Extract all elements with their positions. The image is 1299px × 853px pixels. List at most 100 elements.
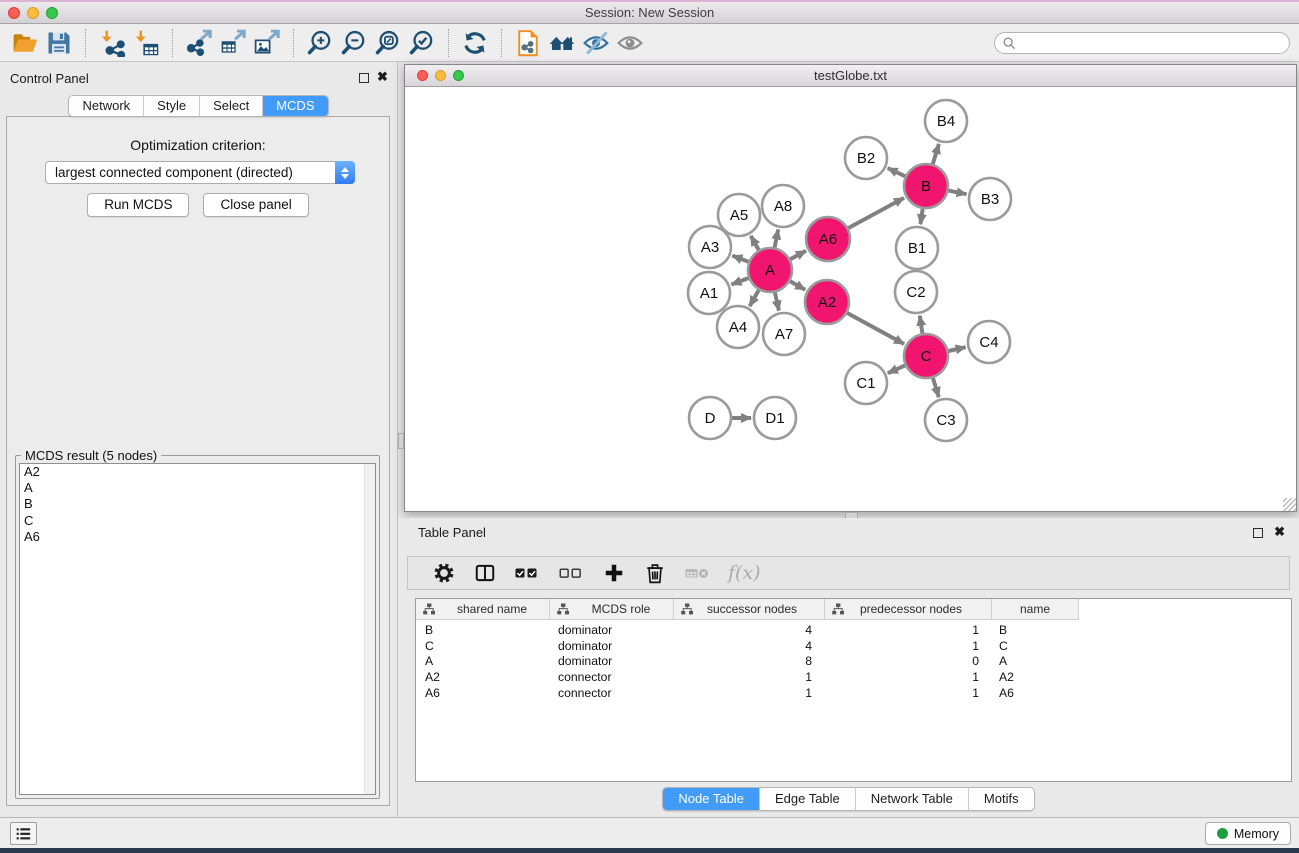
run-mcds-button[interactable]: Run MCDS bbox=[87, 193, 189, 217]
close-panel-icon[interactable]: ✖ bbox=[377, 69, 388, 85]
graph-node-C3[interactable]: C3 bbox=[925, 399, 967, 441]
table-row[interactable]: A2connector11A2 bbox=[416, 669, 1291, 685]
save-session-icon[interactable] bbox=[42, 27, 76, 59]
import-table-icon[interactable] bbox=[129, 27, 163, 59]
mcds-result-list[interactable]: A2ABCA6 bbox=[19, 463, 376, 795]
zoom-fit-icon[interactable] bbox=[371, 27, 405, 59]
hide-selected-icon[interactable] bbox=[579, 27, 613, 59]
network-graph[interactable]: B4B2BB3A5A8A6B1A3AA1C2A2A4A7C4CC1C3DD1 bbox=[405, 87, 1296, 511]
zoom-selected-icon[interactable] bbox=[405, 27, 439, 59]
add-column-icon[interactable] bbox=[602, 558, 626, 588]
graph-edge-B-B4[interactable] bbox=[933, 144, 939, 164]
graph-node-A8[interactable]: A8 bbox=[762, 185, 804, 227]
search-box[interactable] bbox=[994, 32, 1290, 54]
table-tab-network-table[interactable]: Network Table bbox=[855, 788, 968, 810]
refresh-view-icon[interactable] bbox=[458, 27, 492, 59]
tab-mcds[interactable]: MCDS bbox=[262, 96, 327, 116]
select-all-icon[interactable] bbox=[514, 558, 541, 588]
zoom-in-icon[interactable] bbox=[303, 27, 337, 59]
search-input[interactable] bbox=[1016, 34, 1289, 52]
graph-edge-C-C3[interactable] bbox=[933, 378, 939, 397]
criterion-dropdown[interactable]: largest connected component (directed) bbox=[45, 161, 355, 184]
mcds-result-item[interactable]: B bbox=[20, 496, 375, 512]
tab-style[interactable]: Style bbox=[143, 96, 199, 116]
graph-edge-A-A4[interactable] bbox=[750, 290, 759, 306]
network-canvas[interactable]: B4B2BB3A5A8A6B1A3AA1C2A2A4A7C4CC1C3DD1 bbox=[405, 87, 1296, 511]
table-row[interactable]: Adominator80A bbox=[416, 654, 1291, 670]
memory-button[interactable]: Memory bbox=[1205, 822, 1291, 845]
splitter-handle-left[interactable] bbox=[398, 433, 404, 449]
open-file-icon[interactable] bbox=[8, 27, 42, 59]
graph-node-B2[interactable]: B2 bbox=[845, 137, 887, 179]
first-neighbors-icon[interactable] bbox=[545, 27, 579, 59]
table-settings-icon[interactable] bbox=[432, 558, 456, 588]
tab-select[interactable]: Select bbox=[199, 96, 262, 116]
graph-edge-B-B1[interactable] bbox=[920, 209, 922, 224]
graph-edge-C-C1[interactable] bbox=[888, 365, 905, 373]
table-tab-node-table[interactable]: Node Table bbox=[663, 788, 759, 810]
graph-edge-A6-B[interactable] bbox=[848, 198, 904, 228]
graph-node-A4[interactable]: A4 bbox=[717, 306, 759, 348]
graph-edge-B-B3[interactable] bbox=[949, 191, 967, 195]
column-header-name[interactable]: name bbox=[992, 599, 1079, 620]
graph-edge-B-B2[interactable] bbox=[888, 168, 906, 176]
graph-node-B3[interactable]: B3 bbox=[969, 178, 1011, 220]
graph-node-A1[interactable]: A1 bbox=[688, 272, 730, 314]
resize-grip-icon[interactable] bbox=[1283, 498, 1296, 511]
graph-edge-A-A5[interactable] bbox=[751, 236, 759, 250]
graph-node-A7[interactable]: A7 bbox=[763, 313, 805, 355]
graph-node-A[interactable]: A bbox=[748, 248, 792, 292]
graph-edge-A-A8[interactable] bbox=[775, 230, 779, 248]
graph-edge-A-A6[interactable] bbox=[790, 251, 806, 259]
table-row[interactable]: Bdominator41B bbox=[416, 622, 1291, 638]
graph-edge-C-C4[interactable] bbox=[949, 347, 966, 351]
graph-edge-C-C2[interactable] bbox=[920, 316, 923, 334]
new-network-from-selection-icon[interactable] bbox=[511, 27, 545, 59]
import-network-icon[interactable] bbox=[95, 27, 129, 59]
close-panel-button[interactable]: Close panel bbox=[203, 193, 308, 217]
tab-network[interactable]: Network bbox=[69, 96, 143, 116]
node-table[interactable]: shared nameMCDS rolesuccessor nodesprede… bbox=[415, 598, 1292, 782]
graph-edge-A-A2[interactable] bbox=[790, 281, 805, 290]
graph-node-C4[interactable]: C4 bbox=[968, 321, 1010, 363]
graph-node-A2[interactable]: A2 bbox=[805, 280, 849, 324]
graph-node-B[interactable]: B bbox=[904, 164, 948, 208]
column-header-successor-nodes[interactable]: successor nodes bbox=[674, 599, 825, 620]
column-visibility-icon[interactable] bbox=[473, 558, 497, 588]
mcds-result-item[interactable]: A6 bbox=[20, 529, 375, 545]
graph-edge-A-A1[interactable] bbox=[732, 278, 749, 284]
graph-node-B1[interactable]: B1 bbox=[896, 227, 938, 269]
graph-node-D[interactable]: D bbox=[689, 397, 731, 439]
export-table-icon[interactable] bbox=[216, 27, 250, 59]
graph-node-A3[interactable]: A3 bbox=[689, 226, 731, 268]
graph-node-D1[interactable]: D1 bbox=[754, 397, 796, 439]
deselect-all-icon[interactable] bbox=[558, 558, 585, 588]
table-tab-motifs[interactable]: Motifs bbox=[968, 788, 1034, 810]
graph-edge-A-A3[interactable] bbox=[732, 256, 748, 262]
mcds-result-item[interactable]: A bbox=[20, 480, 375, 496]
graph-node-A6[interactable]: A6 bbox=[806, 217, 850, 261]
mcds-result-item[interactable]: A2 bbox=[20, 464, 375, 480]
float-panel-icon[interactable] bbox=[359, 73, 369, 83]
column-header-shared-name[interactable]: shared name bbox=[416, 599, 550, 620]
export-image-icon[interactable] bbox=[250, 27, 284, 59]
export-network-icon[interactable] bbox=[182, 27, 216, 59]
graph-edge-A2-C[interactable] bbox=[847, 313, 904, 344]
delete-columns-icon[interactable] bbox=[643, 558, 667, 588]
table-row[interactable]: A6connector11A6 bbox=[416, 685, 1291, 701]
column-header-MCDS-role[interactable]: MCDS role bbox=[550, 599, 674, 620]
graph-node-C[interactable]: C bbox=[904, 334, 948, 378]
mcds-result-item[interactable]: C bbox=[20, 513, 375, 529]
graph-node-B4[interactable]: B4 bbox=[925, 100, 967, 142]
table-row[interactable]: Cdominator41C bbox=[416, 638, 1291, 654]
close-panel-icon[interactable]: ✖ bbox=[1274, 524, 1285, 540]
table-tab-edge-table[interactable]: Edge Table bbox=[759, 788, 855, 810]
graph-node-C2[interactable]: C2 bbox=[895, 271, 937, 313]
column-header-predecessor-nodes[interactable]: predecessor nodes bbox=[825, 599, 992, 620]
task-history-button[interactable] bbox=[10, 822, 37, 845]
float-panel-icon[interactable] bbox=[1253, 528, 1263, 538]
graph-node-A5[interactable]: A5 bbox=[718, 194, 760, 236]
show-all-icon[interactable] bbox=[613, 27, 647, 59]
scrollbar-track[interactable] bbox=[364, 464, 375, 794]
network-window-titlebar[interactable]: testGlobe.txt bbox=[405, 65, 1296, 87]
